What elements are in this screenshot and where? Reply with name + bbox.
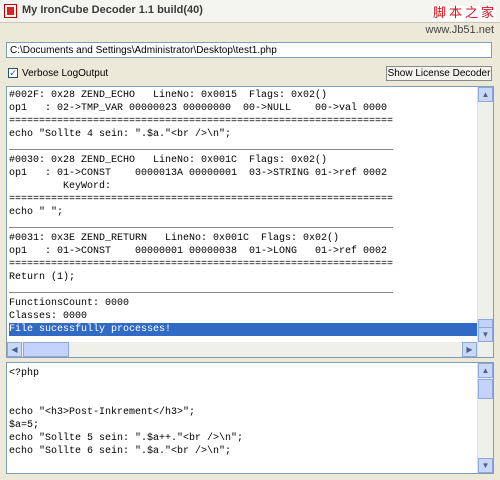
watermark-char: 之 [463,6,480,21]
output-line: op1 : 01->CONST 0000013A 00000001 03->ST… [9,168,388,179]
scroll-up-icon[interactable]: ▲ [478,363,493,378]
source-line [9,393,477,406]
output-line: Return (1); [9,272,76,283]
watermark-url: www.Jb51.net [425,24,494,36]
output-line: #0031: 0x3E ZEND_RETURN LineNo: 0x001C F… [9,233,340,244]
output-line: ========================================… [9,116,394,127]
output-line: ________________________________________… [9,142,394,153]
source-line: echo "<h3>Post-Inkrement</h3>"; [9,407,196,418]
output-line: op1 : 01->CONST 00000001 00000038 01->LO… [9,246,388,257]
selected-output-line: File sucessfully processes! [9,323,477,336]
output-line: ========================================… [9,194,394,205]
app-icon [4,4,17,18]
watermark-char: 家 [479,6,496,21]
decoder-output-panel[interactable]: #002F: 0x28 ZEND_ECHO LineNo: 0x0015 Fla… [6,86,494,358]
source-vertical-scrollbar[interactable]: ▲ ▼ [477,363,493,473]
title-bar: My IronCube Decoder 1.1 build(40) 脚本之家 [0,0,500,23]
output-line: Classes: 0000 [9,311,88,322]
verbose-checkbox[interactable]: ✓ [8,68,18,78]
scroll-down-icon[interactable]: ▼ [478,458,493,473]
output-line: #0030: 0x28 ZEND_ECHO LineNo: 0x001C Fla… [9,155,328,166]
source-line: $a=5; [9,420,40,431]
watermark-logo: 脚本之家 [431,2,496,21]
scroll-thumb[interactable] [478,379,493,399]
output-line: echo "Sollte 4 sein: ".$a."<br />\n"; [9,129,232,140]
horizontal-scroll-thumb[interactable] [23,342,69,357]
source-line: <?php [9,368,40,379]
scroll-left-icon[interactable]: ◀ [7,342,22,357]
source-line: echo "Sollte 5 sein: ".$a++."<br />\n"; [9,433,244,444]
output-line: #002F: 0x28 ZEND_ECHO LineNo: 0x0015 Fla… [9,90,328,101]
verbose-label: Verbose LogOutput [22,68,109,79]
output-line: op1 : 02->TMP_VAR 00000023 00000000 00->… [9,103,388,114]
output-line: ________________________________________… [9,220,394,231]
watermark-char: 脚 [431,6,448,21]
output-horizontal-scrollbar[interactable]: ◀ ▶ [7,342,477,357]
file-path-input[interactable] [6,42,492,58]
output-line: ========================================… [9,259,394,270]
watermark-char: 本 [447,6,464,21]
output-line: ________________________________________… [9,285,394,296]
output-lines: #002F: 0x28 ZEND_ECHO LineNo: 0x0015 Fla… [9,89,477,336]
source-lines: <?php echo "<h3>Post-Inkrement</h3>"; $a=5… [9,367,477,458]
output-vertical-scrollbar[interactable]: ▲ ▼ [477,87,493,357]
scroll-right-icon[interactable]: ▶ [462,342,477,357]
window-title: My IronCube Decoder 1.1 build(40) [22,4,203,16]
source-line [9,380,477,393]
scroll-up-icon[interactable]: ▲ [478,87,493,102]
show-license-decoder-button[interactable]: Show License Decoder [386,66,492,81]
source-line: echo "Sollte 6 sein: ".$a."<br />\n"; [9,446,232,457]
output-line: echo " "; [9,207,64,218]
output-line: KeyWord: [9,181,112,192]
decoded-source-panel[interactable]: <?php echo "<h3>Post-Inkrement</h3>"; $a=5… [6,362,494,474]
scroll-down-icon[interactable]: ▼ [478,327,493,342]
output-line: FunctionsCount: 0000 [9,298,130,309]
